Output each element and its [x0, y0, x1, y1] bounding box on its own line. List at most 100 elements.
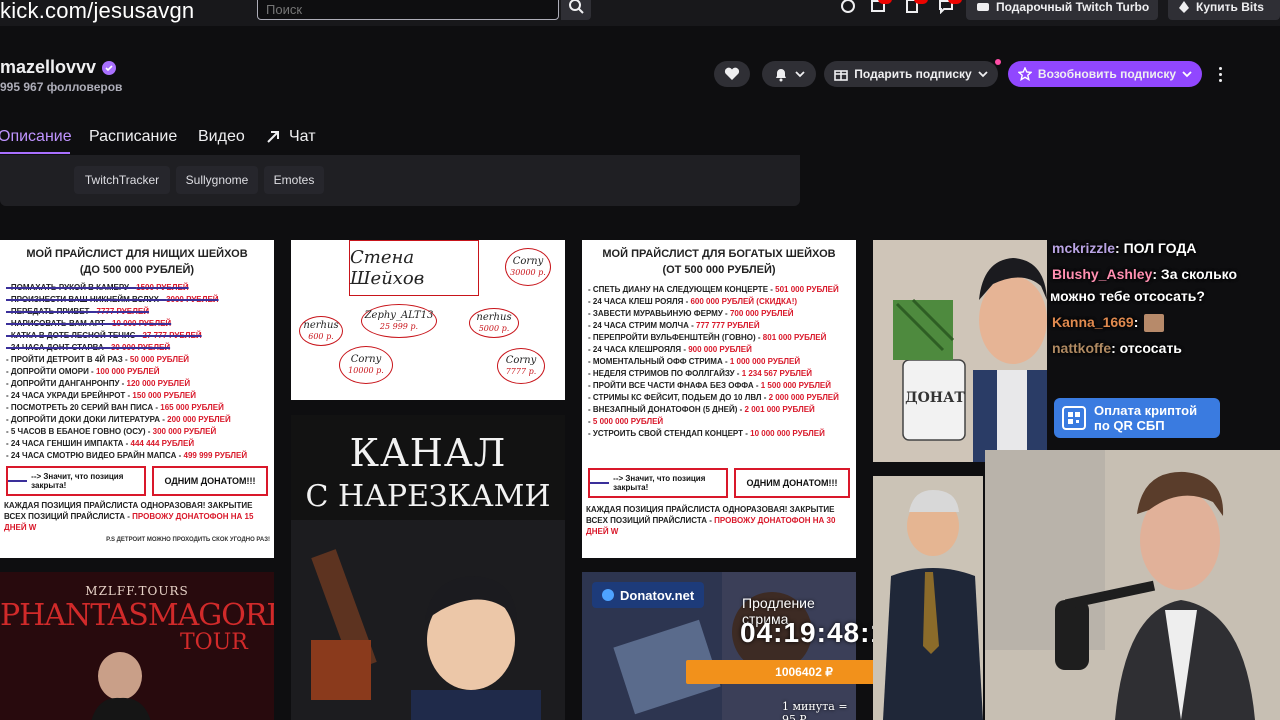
donatov-rate: 1 минута = 95 ₽ — [782, 700, 848, 720]
price-item: - 24 ЧАСА СТРИМ МОЛЧА - 777 777 РУБЛЕЙ — [588, 321, 760, 330]
price-item: - ВНЕЗАПНЫЙ ДОНАТОФОН (5 ДНЕЙ) - 2 001 0… — [588, 405, 815, 414]
link-twitchtracker[interactable]: TwitchTracker — [74, 166, 170, 194]
price-item: - 24 ЧАСА УКРАДИ БРЕЙНРОТ - 150 000 РУБЛ… — [6, 391, 197, 400]
panel-footer: КАЖДАЯ ПОЗИЦИЯ ПРАЙСЛИСТА ОДНОРАЗОВАЯ! З… — [0, 500, 274, 533]
price-item: - НЕДЕЛЯ СТРИМОВ ПО ФОЛЛГАЙЗУ - 1 234 56… — [588, 369, 812, 378]
stream-watermark: kick.com/jesusavgn — [0, 0, 195, 23]
bell-icon — [776, 69, 786, 82]
more-options-icon[interactable] — [1212, 64, 1228, 84]
wall-bubble: nerhus 5000 р. — [469, 308, 519, 338]
price-item: - ДОПРОЙТИ ДОКИ ДОКИ ЛИТЕРАТУРА - 200 00… — [6, 415, 231, 424]
legend-box: --> Значит, что позиция закрыта! — [588, 468, 728, 498]
chat-username[interactable]: mckrizzle — [1052, 240, 1115, 256]
price-list: - СПЕТЬ ДИАНУ НА СЛЕДУЮЩЕМ КОНЦЕРТЕ - 50… — [582, 284, 856, 440]
chevron-down-icon — [978, 71, 988, 78]
price-item: - 24 ЧАСА ГЕНШИН ИМПАКТА - 444 444 РУБЛЕ… — [6, 439, 195, 448]
link-sullygnome[interactable]: Sullygnome — [176, 166, 258, 194]
price-item: - ПОМАХАТЬ РУКОЙ В КАМЕРУ - 1500 РУБЛЕЙ — [6, 283, 189, 292]
crypto-payment-widget[interactable]: Оплата криптой по QR СБП — [1054, 398, 1220, 438]
gift-sub-button[interactable]: Подарить подписку — [824, 61, 998, 87]
once-box: ОДНИМ ДОНАТОМ!!! — [734, 468, 850, 498]
wall-bubble: Corny 30000 р. — [505, 248, 551, 286]
search-icon — [569, 0, 584, 14]
legend-text: --> Значит, что позиция закрыта! — [613, 474, 706, 492]
price-list: - ПОМАХАТЬ РУКОЙ В КАМЕРУ - 1500 РУБЛЕЙ -… — [0, 282, 274, 462]
price-item: - ПЕРЕДАТЬ ПРИВЕТ - 7777 РУБЛЕЙ — [6, 307, 150, 316]
buy-bits-label: Купить Bits — [1196, 0, 1264, 14]
legend-text: --> Значит, что позиция закрыта! — [31, 472, 124, 490]
panel-rich-pricelist[interactable]: МОЙ ПРАЙСЛИСТ ДЛЯ БОГАТЫХ ШЕЙХОВ (ОТ 500… — [582, 240, 856, 558]
price-item: - ПОСМОТРЕТЬ 20 СЕРИЙ ВАН ПИСА - 165 000… — [6, 403, 224, 412]
verified-icon — [102, 60, 117, 75]
heart-icon — [724, 67, 740, 80]
emote-icon — [1144, 314, 1165, 333]
chat-username[interactable]: Kanna_1669 — [1052, 314, 1134, 330]
link-emotes[interactable]: Emotes — [264, 166, 324, 194]
price-item: - 24 ЧАСА КЛЕШ РОЯЛЯ - 600 000 РУБЛЕЙ (С… — [588, 297, 798, 306]
channel-name[interactable]: mazellovvv — [0, 57, 117, 78]
panel-ps-note: P.S ДЕТРОИТ МОЖНО ПРОХОДИТЬ СКОК УГОДНО … — [106, 537, 270, 543]
buy-bits-button[interactable]: Купить Bits — [1168, 0, 1280, 20]
qr-icon — [1062, 406, 1086, 430]
tab-videos[interactable]: Видео — [198, 128, 245, 146]
panel-subtitle: (ОТ 500 000 РУБЛЕЙ) — [662, 264, 776, 276]
price-item: - СПЕТЬ ДИАНУ НА СЛЕДУЮЩЕМ КОНЦЕРТЕ - 50… — [588, 285, 839, 294]
panel-tour[interactable]: MZLFF.TOURS PHANTASMAGORIA TOUR — [0, 572, 274, 720]
external-arrow-icon — [267, 131, 279, 143]
new-indicator-dot — [995, 59, 1001, 65]
panel-cartoon-man[interactable] — [873, 476, 983, 720]
price-item: - ЗАВЕСТИ МУРАВЬИНУЮ ФЕРМУ - 700 000 РУБ… — [588, 309, 794, 318]
panel-donat[interactable]: ДОНАТ — [873, 240, 1047, 462]
chat-message: Kanna_1669: — [1052, 314, 1165, 333]
crypto-line2: по QR СБП — [1094, 418, 1165, 433]
channel-name-text: mazellovvv — [0, 57, 97, 77]
follow-button[interactable] — [714, 61, 750, 87]
panel-clips-channel[interactable]: КАНАЛ С НАРЕЗКАМИ — [291, 415, 565, 720]
once-box: ОДНИМ ДОНАТОМ!!! — [152, 466, 268, 496]
chat-message: Blushy_Ashley: За сколько — [1052, 266, 1237, 282]
panel-sheikh-wall[interactable]: Стена Шейхов Corny 30000 р. Zephy_ALT13 25… — [291, 240, 565, 400]
chat-username[interactable]: nattkoffe — [1052, 340, 1111, 356]
price-item: - НАРИСОВАТЬ ВАМ АРТ - 10 000 РУБЛЕЙ — [6, 319, 172, 328]
search-input[interactable] — [258, 0, 558, 19]
notifications-button[interactable] — [762, 61, 816, 87]
donatov-brand: Donatov.net — [592, 582, 705, 608]
panel-subtitle: (ДО 500 000 РУБЛЕЙ) — [79, 264, 195, 276]
chat-message: nattkoffe: отсосать — [1052, 340, 1182, 356]
clips-illustration — [291, 520, 565, 720]
price-item: - 24 ЧАСА КЛЕШРОЯЛЯ - 900 000 РУБЛЕЙ — [588, 345, 752, 354]
wall-bubble: Corny 10000 р. — [339, 346, 393, 384]
search-button[interactable] — [561, 0, 591, 20]
chevron-down-icon — [795, 71, 805, 78]
price-item: - ДОПРОЙТИ ДАНГАНРОНПУ - 120 000 РУБЛЕЙ — [6, 379, 191, 388]
price-item: - КАТКА В ДОТЕ ЛЕСНОЙ ТЕЧИС - 27 777 РУБ… — [6, 331, 202, 340]
panel-title: МОЙ ПРАЙСЛИСТ ДЛЯ БОГАТЫХ ШЕЙХОВ — [602, 248, 836, 260]
bits-icon — [1179, 1, 1189, 13]
donatov-brand-text: Donatov.net — [620, 587, 695, 603]
price-item: - СТРИМЫ КС ФЕЙСИТ, ПОДЬЕМ ДО 10 ЛВЛ - 2… — [588, 393, 839, 402]
tab-chat[interactable]: Чат — [265, 128, 316, 146]
price-item: - 5 000 000 РУБЛЕЙ — [588, 417, 664, 426]
tab-description[interactable]: Описание — [0, 128, 72, 146]
gift-turbo-label: Подарочный Twitch Turbo — [996, 0, 1150, 14]
renew-sub-label: Возобновить подписку — [1037, 67, 1177, 81]
price-item: - ПРОЙТИ ДЕТРОИТ В 4Й РАЗ - 50 000 РУБЛЕ… — [6, 355, 190, 364]
gift-turbo-button[interactable]: Подарочный Twitch Turbo — [966, 0, 1158, 20]
panel-title: МОЙ ПРАЙСЛИСТ ДЛЯ НИЩИХ ШЕЙХОВ — [26, 248, 248, 260]
panel-poor-pricelist[interactable]: МОЙ ПРАЙСЛИСТ ДЛЯ НИЩИХ ШЕЙХОВ (ДО 500 0… — [0, 240, 274, 558]
gift-icon — [834, 70, 849, 81]
price-item: - 24 ЧАСА СМОТРЮ ВИДЕО БРАЙН МАПСА - 499… — [6, 451, 248, 460]
wall-title: Стена Шейхов — [349, 240, 479, 296]
clips-line1: КАНАЛ — [349, 431, 507, 475]
tab-schedule[interactable]: Расписание — [89, 128, 177, 146]
panel-footer: КАЖДАЯ ПОЗИЦИЯ ПРАЙСЛИСТА ОДНОРАЗОВАЯ! З… — [582, 504, 856, 537]
search-box[interactable] — [257, 0, 559, 20]
tour-top: MZLFF.TOURS — [85, 584, 189, 598]
clips-line2: С НАРЕЗКАМИ — [305, 479, 551, 514]
donat-label: ДОНАТ — [905, 390, 965, 406]
crypto-line1: Оплата криптой — [1094, 403, 1198, 418]
renew-sub-button[interactable]: Возобновить подписку — [1008, 61, 1202, 87]
prime-loot-icon[interactable] — [838, 0, 858, 16]
chat-username[interactable]: Blushy_Ashley — [1052, 266, 1152, 282]
wall-bubble: nerhus 600 р. — [299, 316, 343, 346]
